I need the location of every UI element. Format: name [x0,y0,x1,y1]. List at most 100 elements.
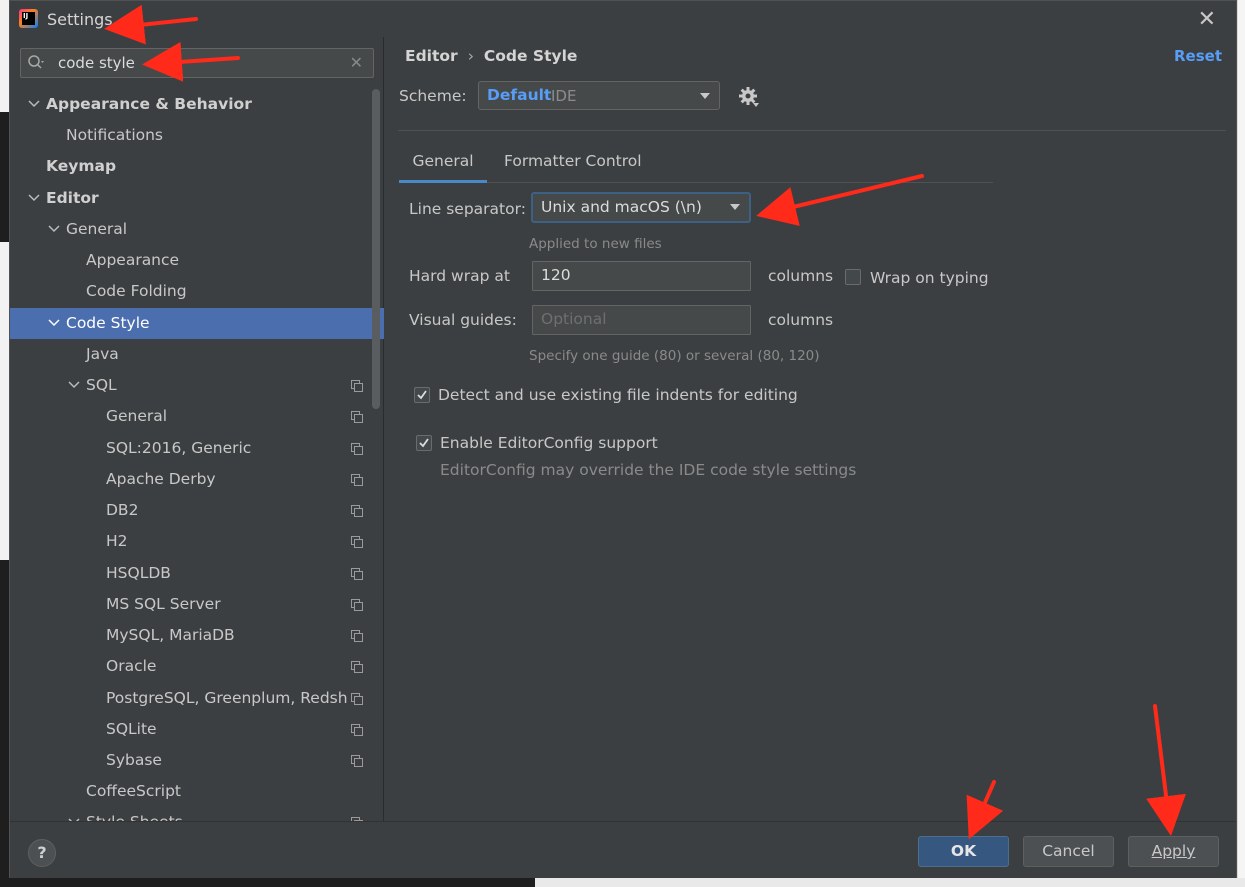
background-app-dark-area [0,878,535,887]
tree-item-label: General [66,220,128,238]
tree-item-db2[interactable]: DB2 [10,495,384,526]
ok-button[interactable]: OK [918,836,1009,867]
tree-item-label: Appearance [86,251,180,269]
visual-guides-label: Visual guides: [409,311,517,329]
tab-formatter-control[interactable]: Formatter Control [504,146,642,183]
tree-item-notifications[interactable]: Notifications [10,120,384,151]
breadcrumb-parent[interactable]: Editor [405,47,458,65]
tree-item-style-sheets[interactable]: Style Sheets [10,807,384,821]
hard-wrap-value: 120 [541,266,571,284]
tree-item-ms-sql-server[interactable]: MS SQL Server [10,589,384,620]
line-separator-value: Unix and macOS (\n) [541,198,702,216]
copy-settings-icon [351,661,363,673]
tree-item-label: Code Folding [86,282,187,300]
tree-item-label: Oracle [106,657,157,675]
tree-item-code-folding[interactable]: Code Folding [10,276,384,307]
scheme-name: Default [487,86,552,104]
line-separator-label: Line separator: [409,200,526,218]
code-style-panel: Editor › Code Style Reset Scheme: Default … [384,37,1236,821]
tree-item-label: MS SQL Server [106,595,221,613]
tree-item-label: SQL:2016, Generic [106,439,252,457]
tree-item-label: DB2 [106,501,139,519]
visual-guides-hint: Specify one guide (80) or several (80, 1… [529,348,820,364]
tree-item-label: Editor [46,189,99,207]
tab-general[interactable]: General [399,146,487,183]
detect-indents-checkbox[interactable] [414,387,430,403]
line-separator-dropdown[interactable]: Unix and macOS (\n) [531,192,751,223]
tree-item-sql2016[interactable]: SQL:2016, Generic [10,433,384,464]
background-app-dark-area [0,560,9,887]
copy-settings-icon [351,536,363,548]
wrap-on-typing-checkbox[interactable] [845,269,861,285]
tree-item-sql[interactable]: SQL [10,370,384,401]
tree-item-keymap[interactable]: Keymap [10,151,384,182]
settings-dialog: IJ Settings ✕ code style ✕ Appearance & … [9,0,1237,878]
tree-item-label: PostgreSQL, Greenplum, Redshift [106,689,348,707]
detect-indents-label[interactable]: Detect and use existing file indents for… [438,386,798,404]
dropdown-caret-icon [700,93,710,99]
background-app-dark-area [0,112,9,242]
tree-item-label: CoffeeScript [86,782,182,800]
cancel-button[interactable]: Cancel [1023,836,1114,867]
tree-item-java[interactable]: Java [10,339,384,370]
search-query[interactable]: code style [58,54,135,72]
copy-settings-icon [351,474,363,486]
sidebar-scrollbar[interactable] [372,89,380,409]
tree-item-label: Code Style [66,314,150,332]
tree-item-label: Keymap [46,157,117,175]
intellij-logo-icon: IJ [19,9,38,28]
tree-item-editor[interactable]: Editor [10,183,384,214]
editorconfig-label[interactable]: Enable EditorConfig support [440,434,658,452]
tree-item-h2[interactable]: H2 [10,526,384,557]
breadcrumb: Editor › Code Style [405,47,577,65]
tree-item-general[interactable]: General [10,214,384,245]
visual-guides-unit: columns [768,311,834,329]
scheme-dropdown[interactable]: Default IDE [478,81,720,110]
copy-settings-icon [351,724,363,736]
tree-item-appearance[interactable]: Appearance [10,245,384,276]
hard-wrap-input[interactable]: 120 [532,261,751,291]
tree-item-label: SQL [86,376,117,394]
tree-item-sql-general[interactable]: General [10,401,384,432]
tree-item-apache-derby[interactable]: Apache Derby [10,464,384,495]
copy-settings-icon [351,505,363,517]
search-icon [28,55,44,69]
tree-item-appearance-behavior[interactable]: Appearance & Behavior [10,89,384,120]
settings-tree: Appearance & Behavior Notifications Keym… [10,89,384,821]
title-bar[interactable]: IJ Settings ✕ [10,1,1236,37]
scheme-label: Scheme: [399,87,467,105]
apply-button[interactable]: Apply [1128,836,1219,867]
tree-item-postgresql[interactable]: PostgreSQL, Greenplum, Redshift [10,683,384,714]
close-icon[interactable]: ✕ [1198,7,1216,32]
tree-item-label: Style Sheets [86,807,183,821]
chevron-down-icon [48,225,60,233]
help-button[interactable]: ? [28,839,56,867]
copy-settings-icon [351,443,363,455]
tree-item-code-style[interactable]: Code Style [10,308,384,339]
tree-item-label: SQLite [106,720,157,738]
tree-item-label: Java [86,345,119,363]
logo-text: IJ [22,12,35,25]
breadcrumb-current: Code Style [483,47,578,65]
settings-search-input[interactable]: code style ✕ [20,48,374,78]
tree-item-coffeescript[interactable]: CoffeeScript [10,776,384,807]
visual-guides-input[interactable]: Optional [532,305,751,335]
tree-item-sqlite[interactable]: SQLite [10,714,384,745]
gear-icon[interactable] [738,86,760,108]
divider [398,130,1226,131]
tree-item-hsqldb[interactable]: HSQLDB [10,558,384,589]
wrap-on-typing-label[interactable]: Wrap on typing [870,269,989,287]
chevron-down-icon [68,381,80,389]
copy-settings-icon [351,630,363,642]
clear-search-icon[interactable]: ✕ [350,53,363,72]
tree-item-mysql-mariadb[interactable]: MySQL, MariaDB [10,620,384,651]
dropdown-caret-icon [730,204,740,210]
editorconfig-checkbox[interactable] [416,435,432,451]
tree-item-sybase[interactable]: Sybase [10,745,384,776]
tree-item-oracle[interactable]: Oracle [10,651,384,682]
reset-link[interactable]: Reset [1174,47,1222,65]
chevron-down-icon [28,100,40,108]
editorconfig-hint: EditorConfig may override the IDE code s… [440,461,857,479]
tree-item-label: Appearance & Behavior [46,95,252,113]
copy-settings-icon [351,693,363,705]
